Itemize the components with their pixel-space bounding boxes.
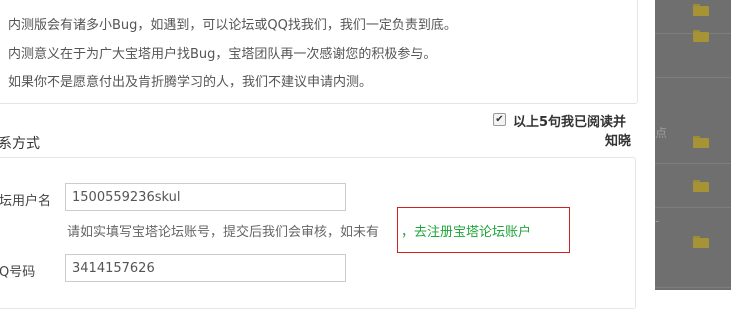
folder-icon <box>693 4 709 16</box>
folder-icon <box>693 30 709 42</box>
forum-username-hint: 请如实填写宝塔论坛账号，提交后我们会审核，如未有 <box>67 225 380 240</box>
backdrop-row <box>655 30 731 78</box>
forum-username-label: 坛用户名 <box>0 194 52 209</box>
notice-line-1: 内测版会有诸多小Bug，如遇到，可以论坛或QQ找我们，我们一定负责到底。 <box>8 18 457 33</box>
backdrop-row <box>655 208 731 288</box>
notice-line-3: 如果你不是愿意付出及肯折腾学习的人，我们不建议申请内测。 <box>8 75 373 90</box>
agree-label-line1: 以上5句我已阅读并 <box>513 115 627 130</box>
qq-number-label: Q号码 <box>0 265 36 280</box>
section-title: 系方式 <box>0 136 40 152</box>
folder-icon <box>693 236 709 248</box>
folder-icon <box>693 136 709 148</box>
page-backdrop: 点 - <box>655 0 731 290</box>
backdrop-row <box>655 164 731 208</box>
qq-number-input[interactable]: 3414157626 <box>65 254 346 282</box>
backdrop-row <box>655 120 731 164</box>
backdrop-row <box>655 0 731 34</box>
agree-label-line2: 知晓 <box>605 134 632 149</box>
highlight-box <box>397 207 570 253</box>
notice-line-2: 内测意义在于为广大宝塔用户找Bug，宝塔团队再一次感谢您的积极参与。 <box>8 47 437 62</box>
agree-checkbox[interactable]: ✔ <box>493 113 506 126</box>
forum-username-input[interactable]: 1500559236skul <box>65 183 346 211</box>
folder-icon <box>693 180 709 192</box>
